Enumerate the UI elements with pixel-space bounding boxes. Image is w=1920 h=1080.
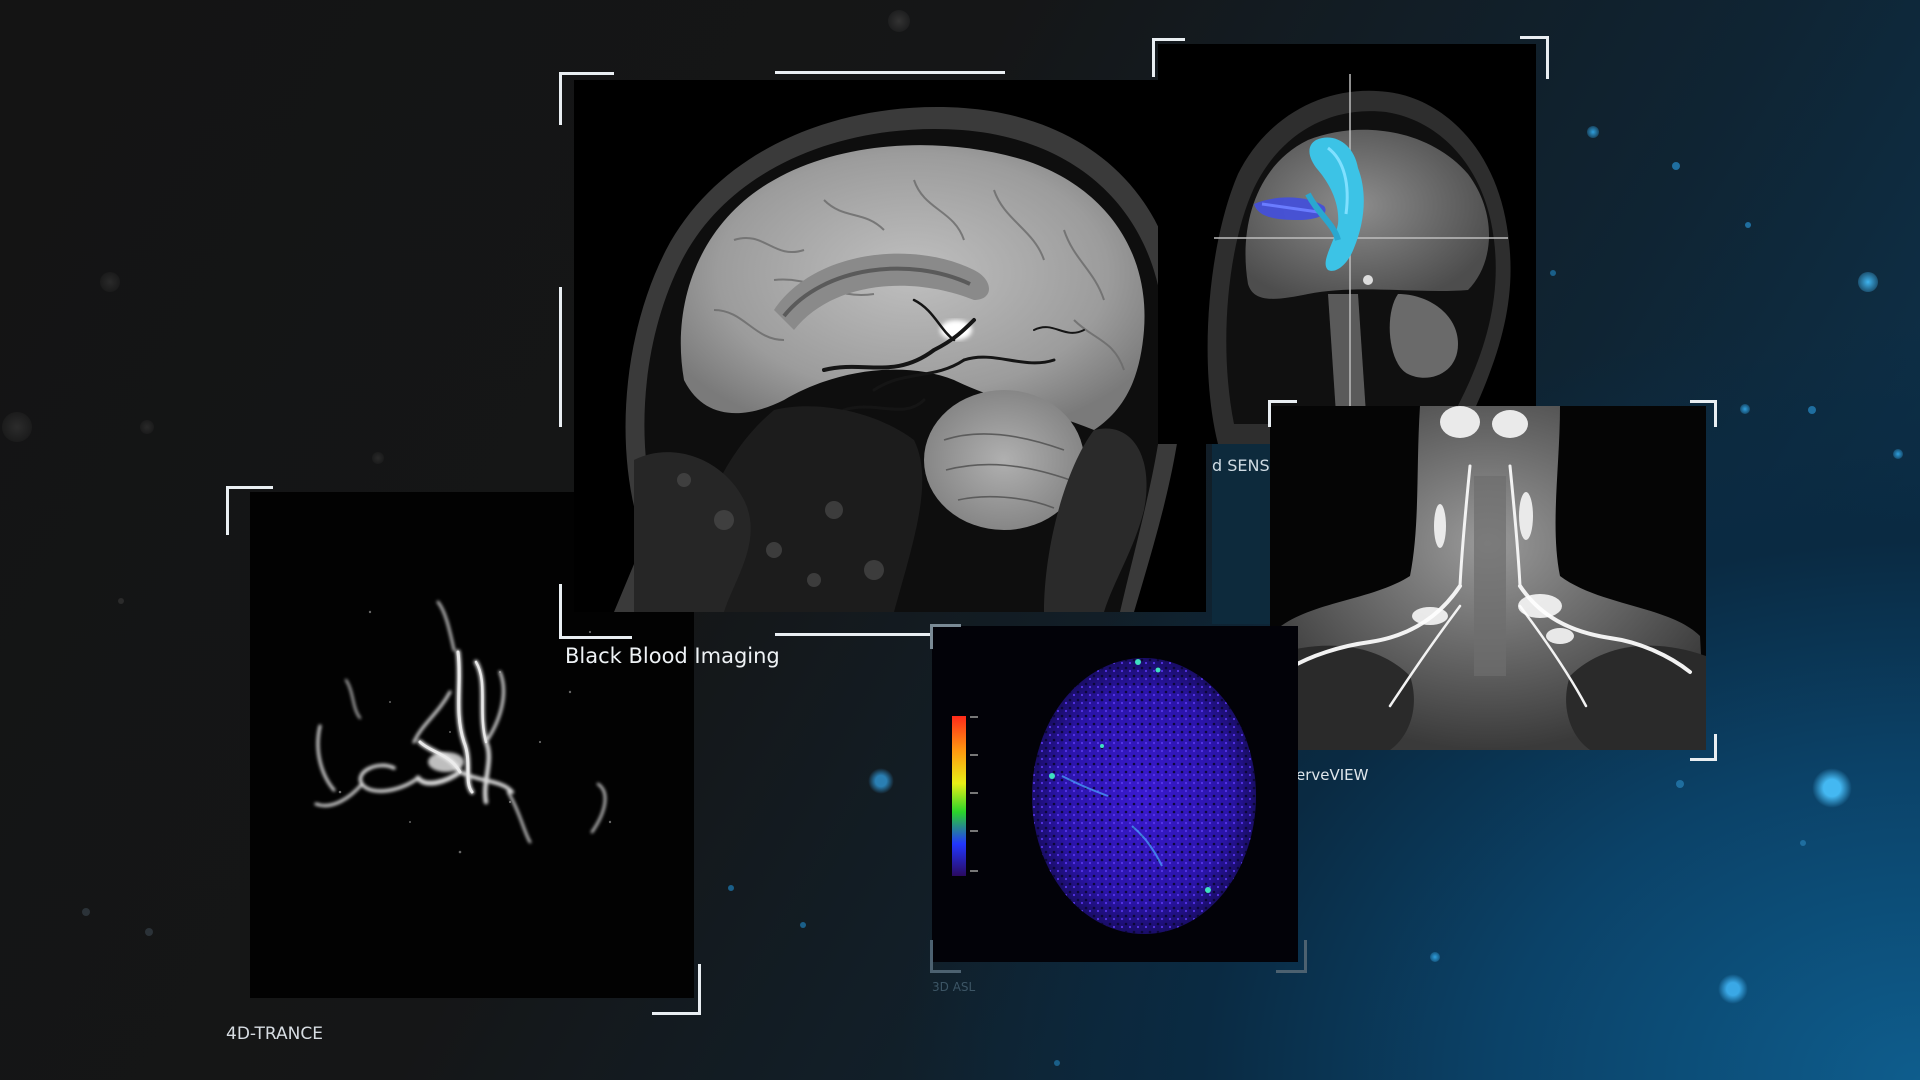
frame-corner (1690, 400, 1717, 427)
particle (1800, 840, 1806, 846)
caption-3d-asl: 3D ASL (932, 980, 976, 994)
frame-corner (930, 624, 961, 649)
particle (1808, 406, 1816, 414)
frame-corner (559, 72, 614, 125)
scene: 4D-TRANCE Black Blood Imaging d SENS erv… (0, 0, 1920, 1080)
particle (1812, 768, 1852, 808)
particle (800, 922, 806, 928)
particle (1676, 780, 1684, 788)
frame-corner (930, 940, 961, 973)
asl-perfusion-image (932, 626, 1298, 962)
particle (1718, 974, 1748, 1004)
particle (140, 420, 154, 434)
particle (1672, 162, 1680, 170)
particle (1430, 952, 1440, 962)
particle (1740, 404, 1750, 414)
particle (1054, 1060, 1060, 1066)
caption-sense: d SENS (1212, 456, 1270, 475)
particle (1893, 449, 1903, 459)
frame-corner (652, 964, 701, 1015)
particle (118, 598, 124, 604)
frame-line (775, 633, 935, 636)
particle (372, 452, 384, 464)
frame-corner (1690, 734, 1717, 761)
particle (888, 10, 910, 32)
particle (1550, 270, 1556, 276)
frame-corner (1268, 400, 1297, 427)
frame-corner (1276, 940, 1307, 973)
colorbar-icon (952, 716, 966, 876)
particle (1745, 222, 1751, 228)
particle (728, 885, 734, 891)
particle (1858, 272, 1878, 292)
frame-corner (226, 486, 273, 535)
fiber-tractography-image (1158, 44, 1536, 444)
particle (100, 272, 120, 292)
particle (145, 928, 153, 936)
frame-line (559, 287, 562, 427)
particle (1587, 126, 1599, 138)
caption-nerveview: erveVIEW (1296, 766, 1369, 784)
caption-4d-trance: 4D-TRANCE (226, 1024, 323, 1044)
frame-corner (559, 584, 632, 639)
particle (868, 768, 894, 794)
frame-corner (1152, 38, 1185, 77)
frame-line (775, 71, 1005, 74)
nerveview-neck-image (1270, 406, 1706, 750)
particle (2, 412, 32, 442)
particle (82, 908, 90, 916)
caption-black-blood-imaging: Black Blood Imaging (565, 644, 780, 668)
frame-corner (1520, 36, 1549, 79)
black-blood-brain-image (574, 80, 1206, 612)
